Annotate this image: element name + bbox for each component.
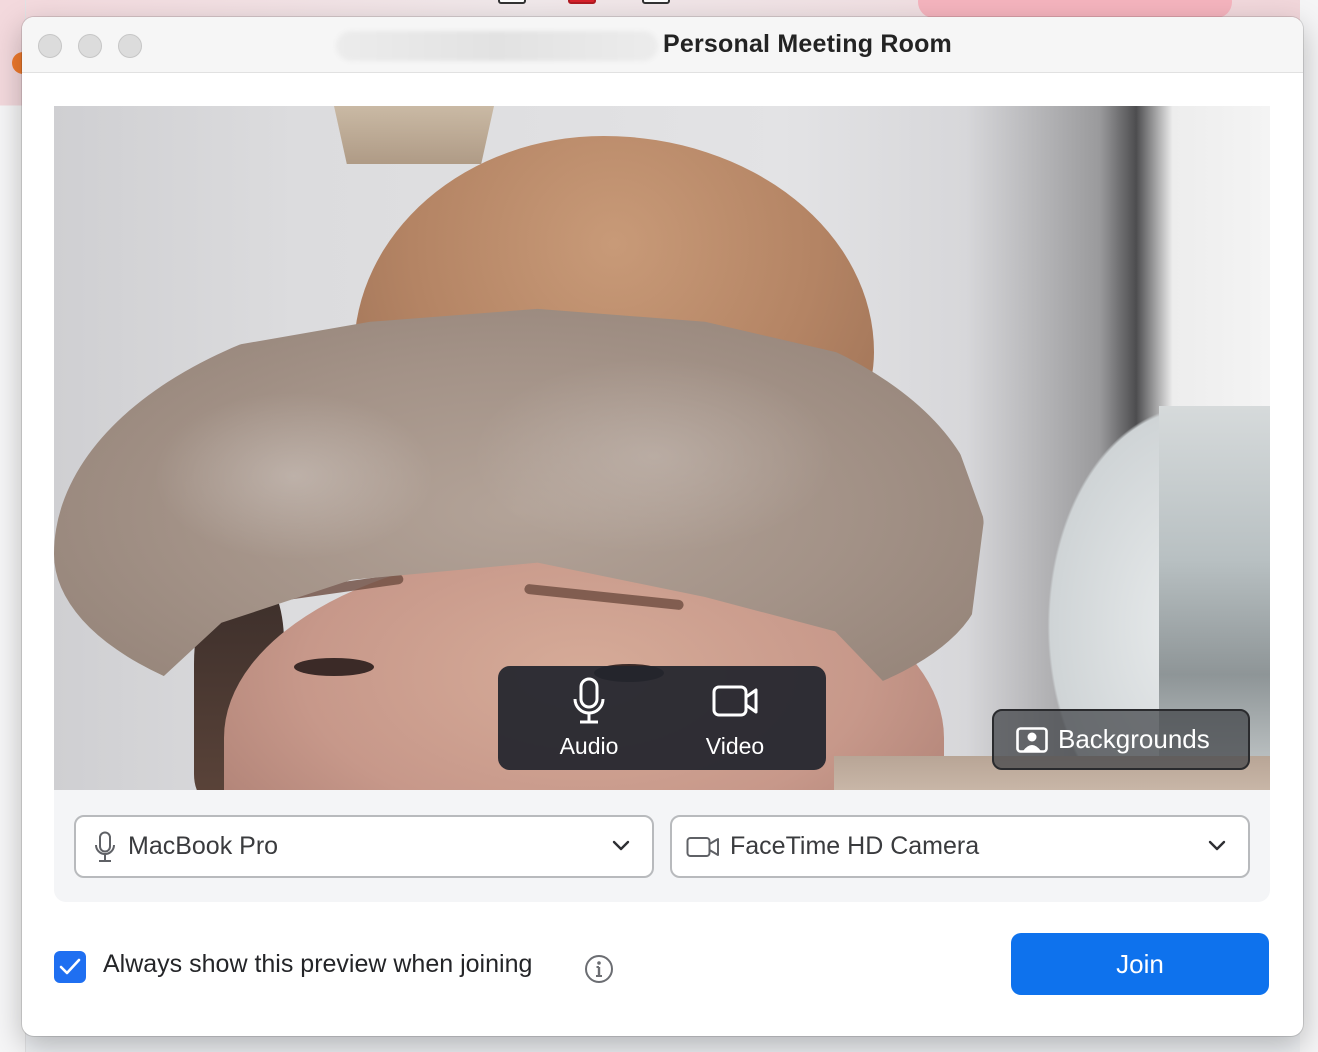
microphone-select-value: MacBook Pro <box>128 832 279 860</box>
title-bar: Personal Meeting Room <box>22 17 1303 73</box>
checkmark-icon <box>59 958 81 975</box>
background-app-pill <box>918 0 1232 18</box>
chevron-down-icon <box>612 840 630 851</box>
meeting-preview-window: Personal Meeting Room Audio Video Backgr… <box>22 17 1303 1036</box>
video-camera-icon <box>712 685 758 716</box>
always-show-preview-label[interactable]: Always show this preview when joining <box>103 950 532 979</box>
redacted-host-name <box>336 31 658 61</box>
background-app-icon <box>498 0 526 4</box>
close-window-button[interactable] <box>38 34 62 58</box>
preview-background-shelf <box>334 106 494 164</box>
video-button[interactable]: Video <box>675 677 795 760</box>
camera-select-value: FaceTime HD Camera <box>730 832 980 860</box>
device-selector-bar: MacBook Pro FaceTime HD Camera <box>54 790 1270 902</box>
background-app-icon <box>642 0 670 4</box>
join-button[interactable]: Join <box>1011 933 1269 995</box>
camera-select[interactable]: FaceTime HD Camera <box>670 815 1250 878</box>
video-camera-icon <box>686 836 719 857</box>
window-title: Personal Meeting Room <box>663 30 952 58</box>
video-label: Video <box>705 732 765 759</box>
preview-eye <box>294 658 374 676</box>
chevron-down-icon <box>1208 840 1226 851</box>
preview-controls: Audio Video <box>498 666 826 770</box>
info-icon[interactable] <box>584 954 614 989</box>
background-app-icon <box>568 0 596 4</box>
camera-preview: Audio Video Backgrounds <box>54 106 1270 790</box>
audio-button[interactable]: Audio <box>529 677 649 760</box>
audio-label: Audio <box>559 732 619 759</box>
backgrounds-icon <box>1016 726 1048 753</box>
minimize-window-button[interactable] <box>78 34 102 58</box>
microphone-icon <box>95 831 115 862</box>
microphone-icon <box>573 677 605 723</box>
zoom-window-button[interactable] <box>118 34 142 58</box>
backgrounds-label: Backgrounds <box>1058 724 1210 754</box>
always-show-preview-checkbox[interactable] <box>54 951 86 983</box>
backgrounds-button[interactable]: Backgrounds <box>992 709 1250 770</box>
microphone-select[interactable]: MacBook Pro <box>74 815 654 878</box>
